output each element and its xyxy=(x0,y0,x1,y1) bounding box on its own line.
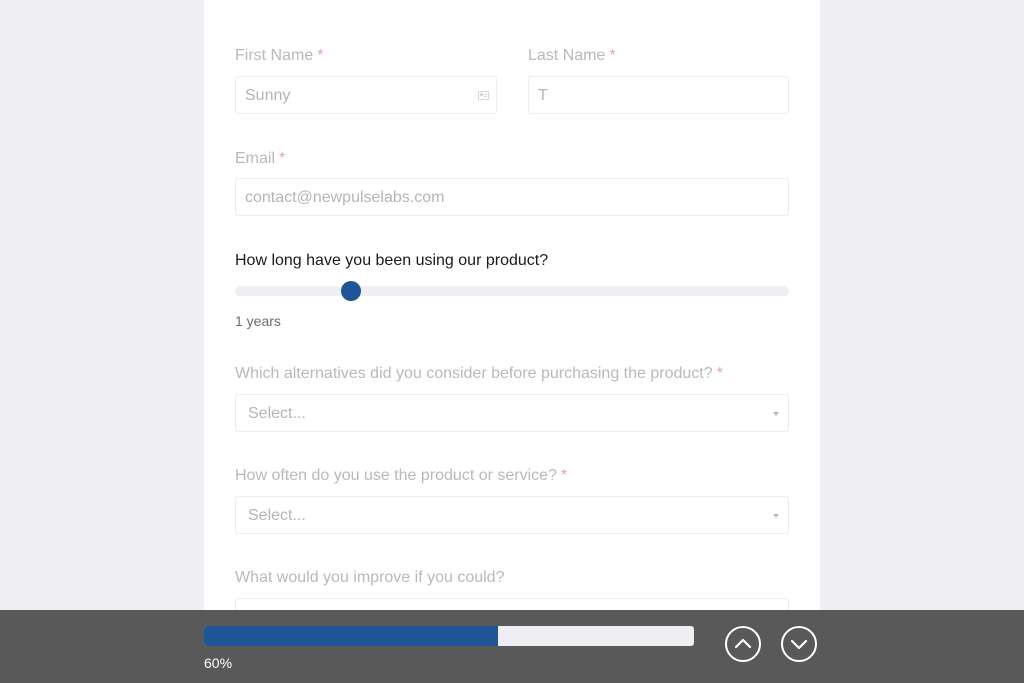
first-name-input[interactable]: Sunny xyxy=(235,76,497,114)
alternatives-select[interactable]: Select... xyxy=(235,394,789,432)
chevron-down-icon xyxy=(790,639,808,650)
email-label-text: Email xyxy=(235,150,276,167)
usage-frequency-select[interactable]: Select... xyxy=(235,496,789,534)
last-name-input[interactable]: T xyxy=(528,76,789,114)
required-mark: * xyxy=(279,150,286,167)
usage-duration-value: 1 years xyxy=(235,313,281,329)
required-mark: * xyxy=(609,47,616,64)
contact-card-icon xyxy=(478,91,489,100)
last-name-label: Last Name * xyxy=(528,47,616,65)
last-name-label-text: Last Name xyxy=(528,47,606,64)
alternatives-placeholder: Select... xyxy=(248,405,306,422)
improve-label-text: What would you improve if you could? xyxy=(235,569,505,586)
usage-frequency-label-text: How often do you use the product or serv… xyxy=(235,467,557,484)
footer-bar: 60% xyxy=(0,610,1024,683)
first-name-value: Sunny xyxy=(245,87,291,104)
email-input[interactable]: contact@newpulselabs.com xyxy=(235,178,789,216)
form-card: First Name * Sunny Last Name * T Email * co… xyxy=(204,0,820,683)
usage-frequency-label: How often do you use the product or serv… xyxy=(235,467,567,485)
progress-text: 60% xyxy=(204,655,233,671)
alternatives-label: Which alternatives did you consider befo… xyxy=(235,365,723,383)
next-question-button[interactable] xyxy=(781,626,817,662)
slider-thumb[interactable] xyxy=(341,281,362,301)
alternatives-label-text: Which alternatives did you consider befo… xyxy=(235,365,713,382)
required-mark: * xyxy=(560,467,568,484)
usage-duration-label: How long have you been using our product… xyxy=(235,252,548,270)
email-value: contact@newpulselabs.com xyxy=(245,189,445,206)
caret-down-icon xyxy=(773,412,779,416)
progress-fill xyxy=(204,626,498,646)
chevron-up-icon xyxy=(734,638,752,649)
previous-question-button[interactable] xyxy=(725,626,761,662)
first-name-label: First Name * xyxy=(235,47,323,65)
caret-down-icon xyxy=(773,514,779,518)
improve-label: What would you improve if you could? xyxy=(235,569,504,587)
email-label: Email * xyxy=(235,150,285,168)
required-mark: * xyxy=(716,365,723,382)
usage-duration-slider[interactable] xyxy=(235,281,789,301)
first-name-label-text: First Name xyxy=(235,47,314,64)
progress-bar xyxy=(204,626,694,646)
usage-duration-label-text: How long have you been using our product… xyxy=(235,252,549,269)
last-name-value: T xyxy=(538,87,548,104)
required-mark: * xyxy=(317,47,324,64)
usage-frequency-placeholder: Select... xyxy=(248,507,306,524)
